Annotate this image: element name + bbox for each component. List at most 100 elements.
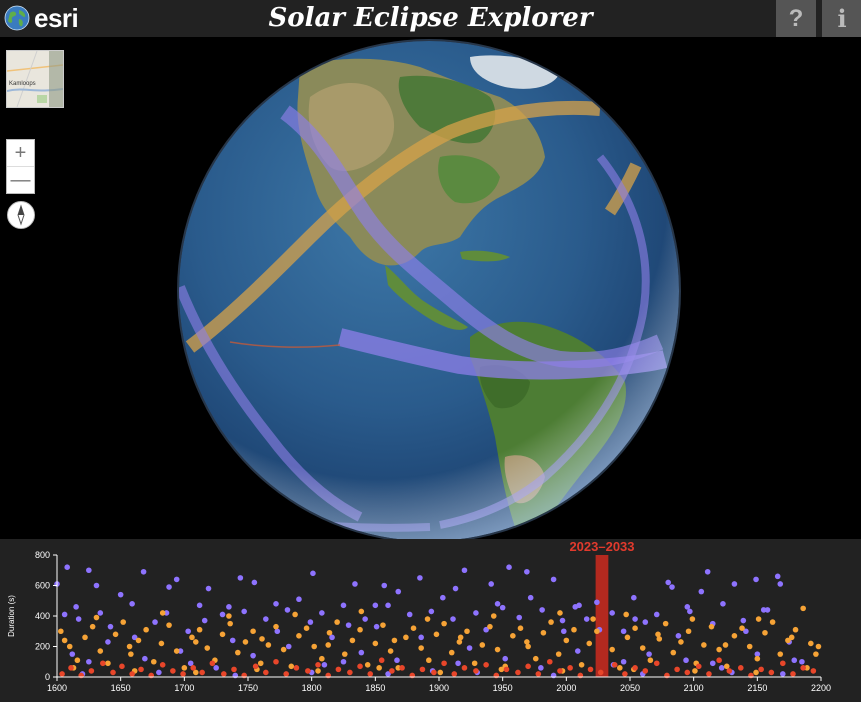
help-button[interactable]: ? [776, 0, 816, 37]
data-point[interactable] [813, 651, 819, 657]
data-point[interactable] [284, 607, 291, 613]
data-point[interactable] [69, 651, 76, 657]
data-point[interactable] [494, 601, 501, 607]
data-point[interactable] [417, 575, 423, 581]
data-point[interactable] [117, 591, 124, 598]
data-point[interactable] [68, 665, 74, 671]
data-point[interactable] [559, 617, 566, 624]
data-point[interactable] [219, 631, 226, 638]
data-point[interactable] [457, 634, 464, 641]
data-point[interactable] [790, 671, 796, 677]
data-point[interactable] [156, 669, 162, 676]
data-point[interactable] [307, 619, 314, 625]
data-point[interactable] [563, 637, 570, 644]
data-point[interactable] [120, 619, 127, 625]
data-point[interactable] [152, 619, 158, 625]
data-point[interactable] [89, 623, 96, 630]
data-point[interactable] [158, 640, 165, 647]
data-point[interactable] [296, 596, 302, 603]
data-point[interactable] [315, 662, 321, 668]
data-point[interactable] [119, 663, 125, 670]
data-point[interactable] [731, 581, 738, 587]
data-point[interactable] [364, 662, 371, 668]
data-point[interactable] [441, 660, 447, 667]
data-point[interactable] [532, 655, 539, 662]
data-point[interactable] [620, 658, 627, 665]
data-point[interactable] [204, 645, 211, 651]
data-point[interactable] [229, 637, 236, 644]
data-point[interactable] [517, 625, 524, 631]
data-point[interactable] [326, 629, 333, 636]
data-point[interactable] [506, 564, 512, 570]
data-point[interactable] [524, 568, 530, 575]
data-point[interactable] [357, 663, 363, 670]
data-point[interactable] [653, 660, 660, 667]
data-point[interactable] [181, 665, 188, 671]
data-point[interactable] [586, 640, 593, 647]
data-point[interactable] [755, 616, 762, 622]
data-point[interactable] [758, 666, 764, 673]
data-point[interactable] [107, 623, 114, 630]
data-point[interactable] [66, 643, 73, 650]
data-point[interactable] [283, 671, 290, 677]
data-point[interactable] [86, 567, 92, 574]
data-point[interactable] [418, 634, 424, 641]
data-point[interactable] [166, 584, 172, 590]
data-point[interactable] [471, 660, 478, 667]
globe-view[interactable] [0, 37, 861, 539]
data-point[interactable] [345, 622, 352, 628]
data-point[interactable] [310, 570, 316, 577]
data-point[interactable] [642, 619, 649, 625]
data-point[interactable] [209, 660, 216, 667]
data-point[interactable] [341, 651, 348, 657]
data-point[interactable] [550, 576, 557, 583]
data-point[interactable] [684, 604, 691, 610]
data-point[interactable] [185, 628, 191, 635]
data-point[interactable] [740, 617, 747, 624]
data-point[interactable] [205, 585, 212, 592]
data-point[interactable] [325, 642, 332, 648]
data-point[interactable] [653, 611, 660, 618]
data-point[interactable] [273, 658, 279, 665]
data-point[interactable] [695, 663, 702, 670]
data-point[interactable] [385, 602, 391, 609]
data-point[interactable] [716, 646, 722, 653]
data-point[interactable] [367, 671, 374, 677]
data-point[interactable] [357, 626, 363, 633]
data-point[interactable] [358, 608, 365, 615]
data-point[interactable] [61, 637, 68, 644]
data-point[interactable] [583, 616, 590, 622]
data-point[interactable] [731, 633, 738, 639]
data-point[interactable] [280, 646, 287, 653]
data-point[interactable] [311, 643, 318, 650]
data-point[interactable] [59, 671, 65, 677]
data-point[interactable] [642, 668, 649, 674]
data-point[interactable] [273, 601, 279, 607]
data-point[interactable] [373, 623, 380, 630]
data-point[interactable] [170, 668, 176, 674]
data-point[interactable] [631, 594, 637, 601]
data-point[interactable] [753, 576, 759, 583]
data-point[interactable] [675, 633, 682, 639]
data-point[interactable] [632, 616, 638, 622]
data-point[interactable] [594, 599, 600, 606]
data-point[interactable] [689, 616, 696, 622]
data-point[interactable] [221, 671, 227, 677]
data-point[interactable] [285, 643, 292, 650]
data-point[interactable] [105, 639, 111, 645]
data-point[interactable] [226, 613, 232, 619]
data-point[interactable] [335, 666, 342, 673]
data-point[interactable] [704, 568, 711, 575]
data-point[interactable] [678, 639, 684, 645]
zoom-out-button[interactable]: — [7, 166, 34, 193]
data-point[interactable] [698, 588, 705, 595]
data-point[interactable] [296, 633, 302, 639]
data-point[interactable] [665, 579, 671, 586]
data-point[interactable] [571, 626, 577, 633]
data-point[interactable] [452, 585, 459, 592]
data-point[interactable] [609, 646, 615, 653]
data-point[interactable] [567, 665, 573, 671]
data-point[interactable] [777, 651, 784, 657]
data-point[interactable] [227, 620, 233, 627]
data-point[interactable] [662, 620, 669, 627]
